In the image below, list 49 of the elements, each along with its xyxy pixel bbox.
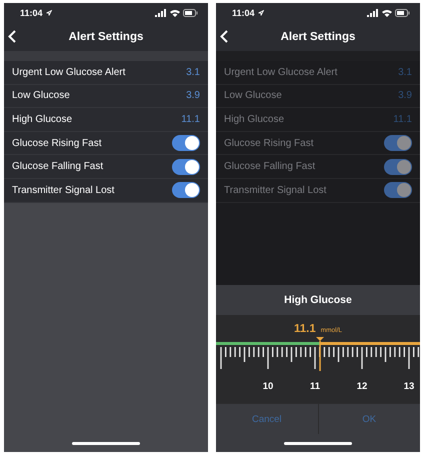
setting-label: Transmitter Signal Lost bbox=[224, 184, 326, 196]
setting-label: Transmitter Signal Lost bbox=[12, 184, 114, 196]
battery-icon bbox=[183, 9, 198, 17]
location-icon bbox=[46, 10, 52, 16]
dialog-title: High Glucose bbox=[216, 285, 420, 315]
setting-value[interactable]: 3.1 bbox=[398, 66, 412, 78]
location-icon bbox=[258, 10, 264, 16]
toggle-switch[interactable] bbox=[384, 182, 412, 198]
status-time: 11:04 bbox=[20, 8, 43, 18]
home-indicator[interactable] bbox=[72, 442, 140, 444]
dialog-button[interactable]: Cancel bbox=[216, 404, 318, 434]
setting-label: Urgent Low Glucose Alert bbox=[224, 66, 338, 78]
setting-value[interactable]: 3.1 bbox=[186, 66, 200, 78]
wifi-icon bbox=[382, 9, 392, 17]
setting-label: Glucose Rising Fast bbox=[12, 138, 102, 149]
reading-value: 11.1 bbox=[294, 323, 316, 335]
setting-value[interactable]: 11.1 bbox=[393, 114, 412, 125]
back-icon[interactable] bbox=[8, 30, 16, 43]
signal-icon bbox=[155, 9, 167, 17]
setting-value[interactable]: 3.9 bbox=[186, 90, 200, 102]
toggle-switch[interactable] bbox=[384, 135, 412, 152]
screen-title: Alert Settings bbox=[68, 31, 144, 43]
scale-label: 11 bbox=[310, 381, 320, 392]
value-marker[interactable] bbox=[316, 337, 324, 371]
toggle-switch[interactable] bbox=[172, 182, 200, 198]
signal-icon bbox=[367, 9, 379, 17]
home-indicator[interactable] bbox=[284, 442, 352, 444]
setting-label: Glucose Falling Fast bbox=[12, 161, 104, 172]
toggle-switch[interactable] bbox=[172, 135, 200, 152]
toggle-switch[interactable] bbox=[172, 158, 200, 175]
setting-label: High Glucose bbox=[12, 114, 72, 125]
back-icon[interactable] bbox=[220, 30, 228, 43]
setting-value[interactable]: 11.1 bbox=[181, 114, 200, 125]
battery-icon bbox=[395, 9, 410, 17]
setting-label: High Glucose bbox=[224, 114, 284, 125]
setting-value[interactable]: 3.9 bbox=[398, 90, 412, 102]
setting-label: Glucose Falling Fast bbox=[224, 161, 316, 172]
screen-title: Alert Settings bbox=[280, 31, 356, 43]
status-time: 11:04 bbox=[232, 8, 255, 18]
setting-label: Low Glucose bbox=[12, 90, 70, 102]
ruler-ticks[interactable] bbox=[220, 347, 420, 369]
setting-label: Urgent Low Glucose Alert bbox=[12, 66, 126, 78]
toggle-switch[interactable] bbox=[384, 158, 412, 175]
wifi-icon bbox=[170, 9, 180, 17]
scale-label: 13 bbox=[404, 381, 414, 392]
scale-label: 10 bbox=[262, 381, 274, 392]
setting-label: Low Glucose bbox=[224, 90, 282, 102]
scale-label: 12 bbox=[356, 381, 368, 392]
setting-label: Glucose Rising Fast bbox=[224, 138, 314, 149]
